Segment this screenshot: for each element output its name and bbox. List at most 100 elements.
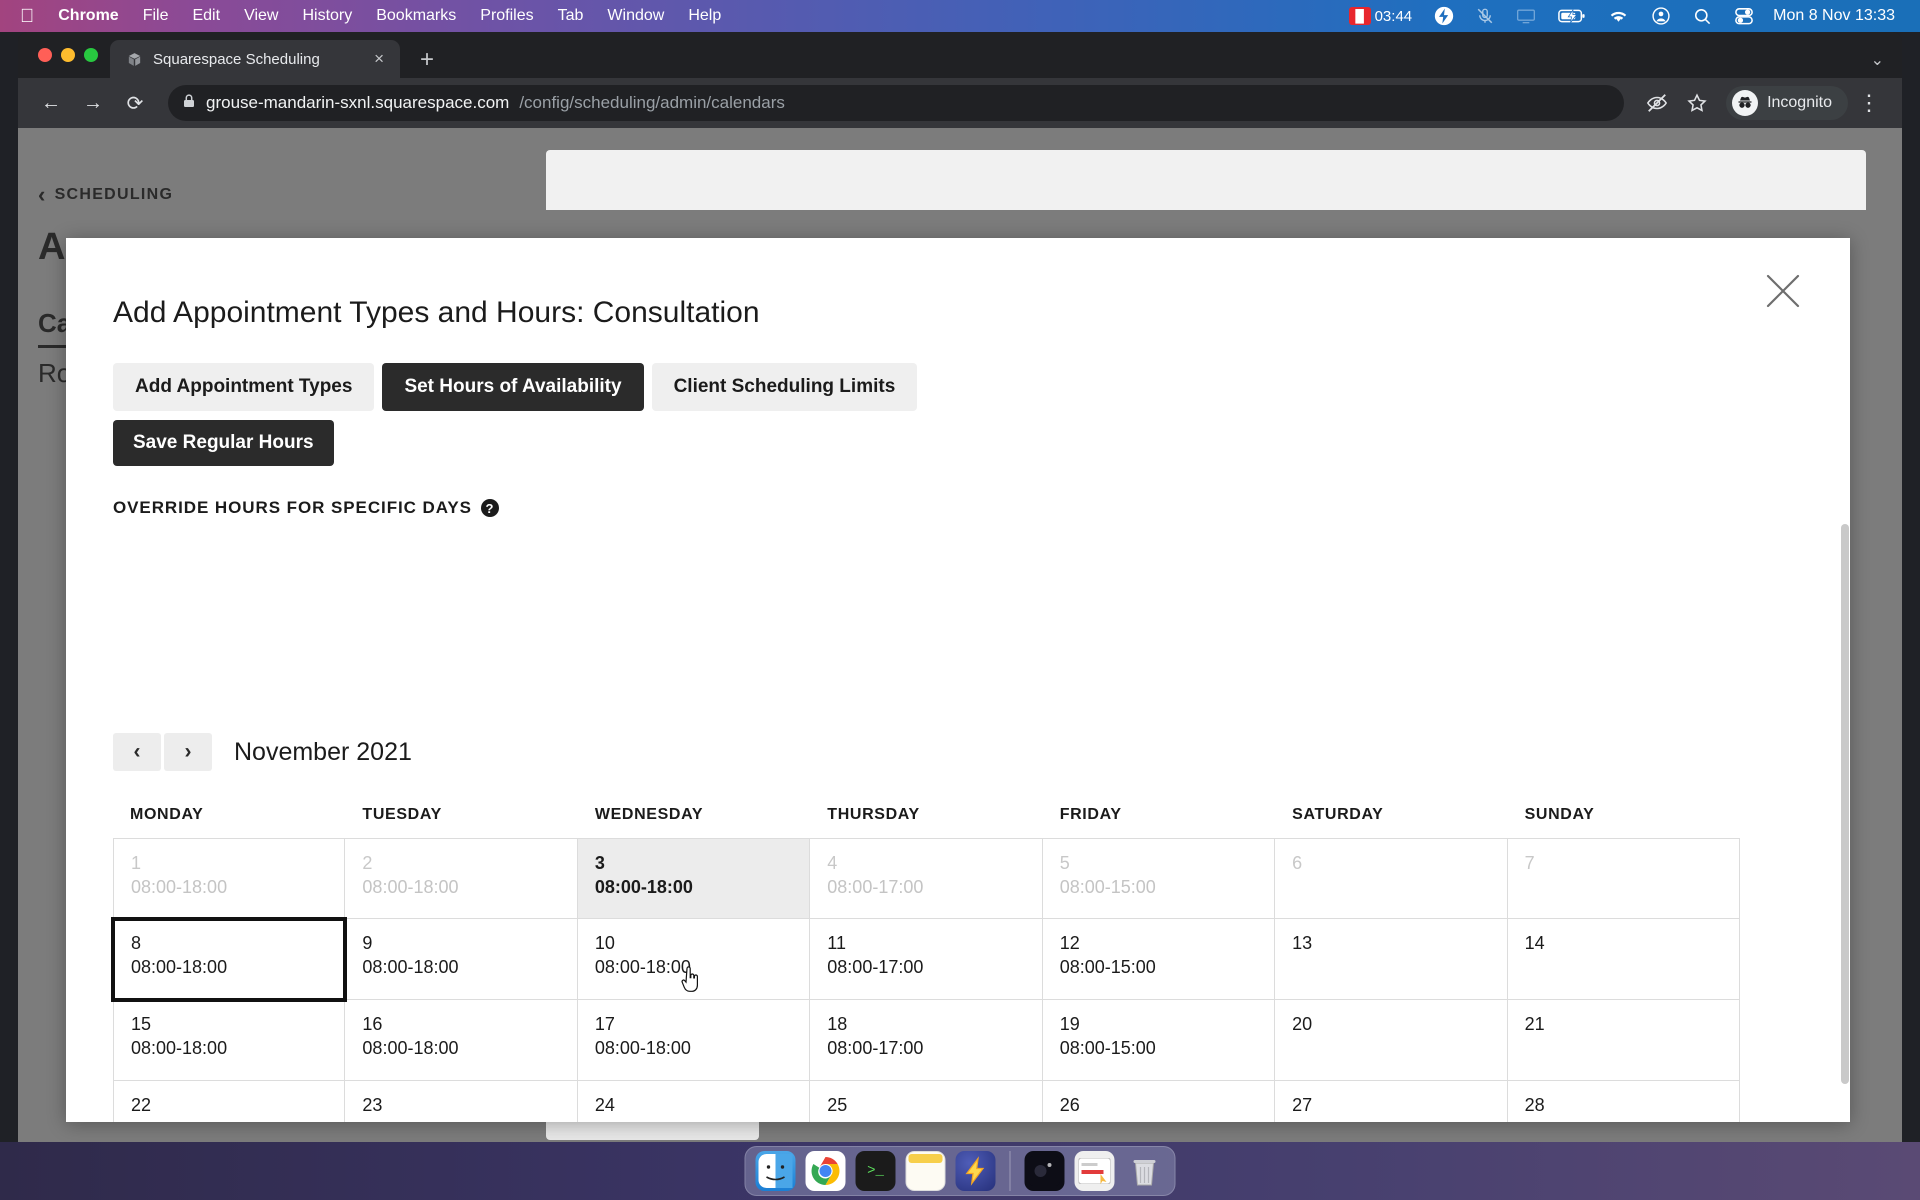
calendar-day-cell[interactable]: 19 08:00-15:00: [1042, 1000, 1276, 1081]
breadcrumb[interactable]: ‹ SCHEDULING: [38, 182, 173, 208]
calendar-day-cell[interactable]: 17 08:00-18:00: [577, 1000, 811, 1081]
user-account-icon[interactable]: [1640, 6, 1682, 26]
calendar-day-cell[interactable]: 11 08:00-17:00: [810, 919, 1043, 1000]
tab-client-scheduling-limits[interactable]: Client Scheduling Limits: [651, 363, 918, 411]
calendar-day-cell[interactable]: 18 08:00-17:00: [810, 1000, 1043, 1081]
close-tab-icon[interactable]: ×: [370, 49, 388, 69]
calendar-day-hours: 08:00-17:00: [827, 1117, 1041, 1122]
calendar-day-cell[interactable]: 27: [1275, 1081, 1508, 1122]
calendar-day-cell[interactable]: 14: [1507, 919, 1740, 1000]
calendar-day-cell[interactable]: 16 08:00-18:00: [345, 1000, 578, 1081]
menu-item-file[interactable]: File: [131, 7, 181, 25]
menu-item-history[interactable]: History: [290, 7, 364, 25]
spotlight-search-icon[interactable]: [1682, 7, 1723, 26]
calendar-day-number: 15: [131, 1014, 152, 1034]
menu-item-tab[interactable]: Tab: [546, 7, 596, 25]
browser-tab[interactable]: Squarespace Scheduling ×: [110, 40, 400, 78]
screen-recording-indicator[interactable]: █ 03:44: [1338, 7, 1424, 25]
microphone-muted-icon[interactable]: [1465, 6, 1505, 26]
calendar-day-cell[interactable]: 22 08:00-18:00: [113, 1081, 346, 1122]
modal-scrollbar-track[interactable]: [1840, 238, 1850, 1122]
calendar-day-cell[interactable]: 21: [1507, 1000, 1740, 1081]
calendar-day-number: 27: [1292, 1095, 1313, 1115]
modal-tab-bar: Add Appointment Types Set Hours of Avail…: [113, 363, 918, 411]
menu-item-view[interactable]: View: [232, 7, 290, 25]
menu-item-window[interactable]: Window: [595, 7, 676, 25]
lightning-app-icon[interactable]: [955, 1151, 996, 1191]
app-dark-icon[interactable]: [1024, 1151, 1065, 1191]
lock-icon: [182, 93, 196, 114]
calendar-day-cell[interactable]: 28: [1508, 1081, 1740, 1122]
calendar-day-hours: 08:00-17:00: [827, 957, 924, 978]
calendar-day-cell[interactable]: 2 08:00-18:00: [345, 838, 578, 919]
menu-item-help[interactable]: Help: [676, 7, 733, 25]
menu-item-bookmarks[interactable]: Bookmarks: [364, 7, 468, 25]
url-path: /config/scheduling/admin/calendars: [519, 93, 785, 112]
calendar-day-number: 11: [827, 933, 846, 953]
calendar-day-number: 21: [1524, 1014, 1545, 1034]
calendar-day-cell[interactable]: 23 08:00-18:00: [345, 1081, 578, 1122]
calendar-day-cell[interactable]: 26 08:00-15:00: [1043, 1081, 1276, 1122]
calendar-day-cell[interactable]: 20: [1275, 1000, 1508, 1081]
battery-charging-icon[interactable]: [1547, 8, 1597, 24]
calendar-day-hours: 08:00-18:00: [131, 877, 228, 898]
calendar-day-cell[interactable]: 1 08:00-18:00: [113, 838, 346, 919]
previous-month-button[interactable]: ‹: [113, 733, 161, 771]
calendar-day-hours: 08:00-18:00: [131, 957, 228, 978]
eye-slash-icon[interactable]: [1638, 84, 1676, 122]
menu-item-chrome[interactable]: Chrome: [46, 7, 130, 25]
star-bookmark-icon[interactable]: [1678, 84, 1716, 122]
maximize-window-button[interactable]: [84, 48, 98, 62]
tab-add-appointment-types[interactable]: Add Appointment Types: [113, 363, 375, 411]
tab-title: Squarespace Scheduling: [153, 50, 320, 68]
forward-button[interactable]: →: [74, 84, 112, 122]
menu-item-profiles[interactable]: Profiles: [468, 7, 545, 25]
browser-toolbar: ← → ⟳ grouse-mandarin-sxnl.squarespace.c…: [18, 78, 1902, 128]
new-tab-button[interactable]: +: [400, 48, 450, 78]
close-window-button[interactable]: [38, 48, 52, 62]
calendar-day-hours: 08:00-17:00: [827, 877, 924, 898]
next-month-button[interactable]: ›: [164, 733, 212, 771]
control-center-icon[interactable]: [1723, 7, 1765, 25]
help-circle-icon[interactable]: ?: [480, 499, 499, 517]
address-bar[interactable]: grouse-mandarin-sxnl.squarespace.com/con…: [168, 85, 1625, 121]
calendar-day-number: 28: [1524, 1095, 1545, 1115]
wifi-icon[interactable]: [1597, 8, 1640, 24]
incognito-profile-button[interactable]: Incognito: [1726, 86, 1848, 120]
reload-button[interactable]: ⟳: [116, 84, 154, 122]
calendar-day-cell[interactable]: 13: [1275, 919, 1508, 1000]
calendar-day-cell[interactable]: 5 08:00-15:00: [1042, 838, 1276, 919]
calendar-day-cell[interactable]: 15 08:00-18:00: [113, 1000, 346, 1081]
calendar-day-cell[interactable]: 9 08:00-18:00: [345, 919, 578, 1000]
minimize-window-button[interactable]: [61, 48, 75, 62]
calendar-day-cell[interactable]: 25 08:00-17:00: [810, 1081, 1043, 1122]
tab-set-hours-of-availability[interactable]: Set Hours of Availability: [382, 363, 644, 411]
finder-icon[interactable]: [755, 1151, 796, 1191]
calendar-day-cell[interactable]: 8 08:00-18:00: [110, 917, 348, 1002]
browser-menu-icon[interactable]: ⋮: [1850, 84, 1888, 122]
save-regular-hours-button[interactable]: Save Regular Hours: [113, 420, 334, 466]
calendar-day-cell[interactable]: 12 08:00-15:00: [1042, 919, 1276, 1000]
bolt-icon[interactable]: [1423, 6, 1465, 26]
calendar-day-cell[interactable]: 24 08:00-18:00: [578, 1081, 811, 1122]
back-button[interactable]: ←: [32, 84, 70, 122]
menu-bar-clock[interactable]: Mon 8 Nov 13:33: [1765, 7, 1906, 25]
calendar-day-cell[interactable]: 7: [1507, 838, 1740, 919]
stickies-icon[interactable]: [905, 1151, 946, 1191]
close-x-icon[interactable]: [1760, 268, 1806, 314]
calendar-day-hours: 08:00-18:00: [594, 877, 693, 898]
chrome-icon[interactable]: [805, 1151, 846, 1191]
apple-logo-icon[interactable]: : [14, 7, 46, 26]
breadcrumb-back-icon[interactable]: ‹: [38, 182, 47, 208]
calendar-day-cell[interactable]: 4 08:00-17:00: [810, 838, 1043, 919]
trash-icon[interactable]: [1125, 1151, 1165, 1191]
menu-item-edit[interactable]: Edit: [180, 7, 232, 25]
app-window-icon[interactable]: [1074, 1151, 1115, 1191]
chevron-down-icon[interactable]: ⌄: [1871, 50, 1884, 70]
calendar-day-hours: 08:00-15:00: [1059, 1038, 1156, 1059]
modal-scrollbar-thumb[interactable]: [1841, 524, 1849, 1084]
calendar-day-cell[interactable]: 3 08:00-18:00: [577, 838, 811, 919]
terminal-icon[interactable]: >_: [855, 1151, 896, 1191]
display-icon[interactable]: [1505, 8, 1547, 24]
calendar-day-cell[interactable]: 6: [1275, 838, 1508, 919]
